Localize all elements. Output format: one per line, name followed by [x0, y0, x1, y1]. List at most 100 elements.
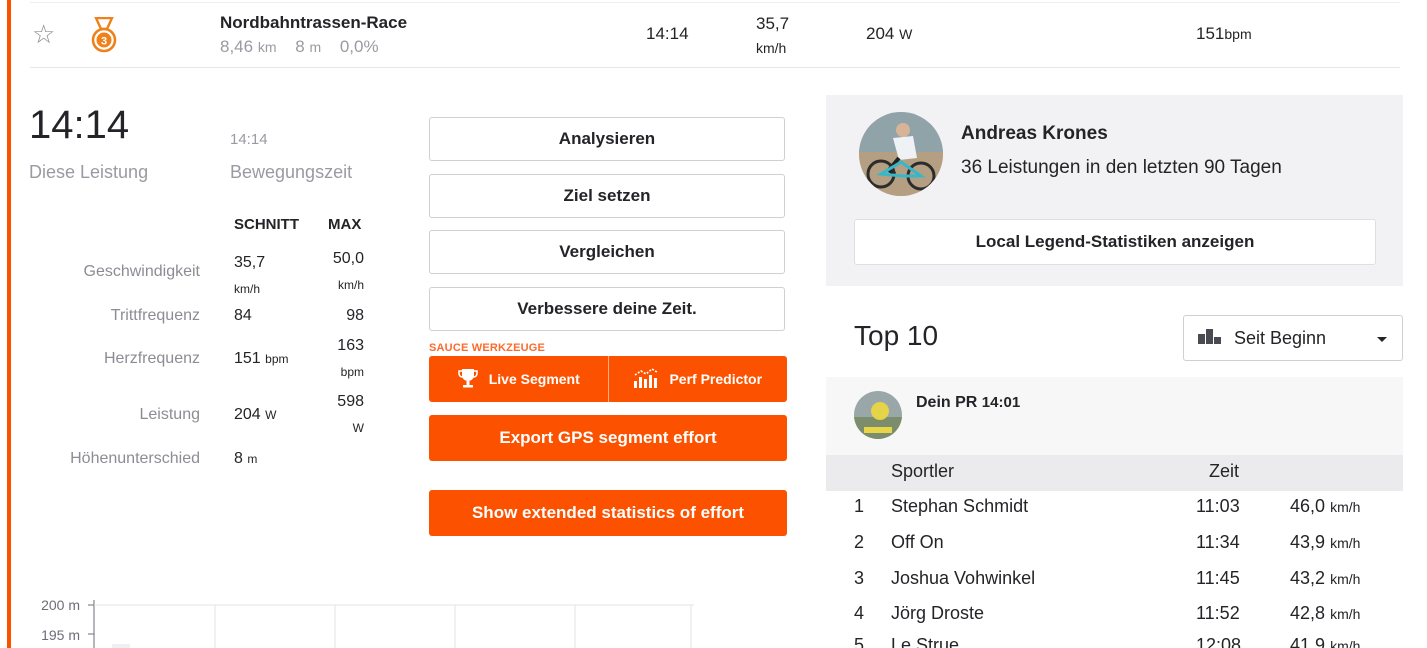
segment-hr-unit: bpm	[1224, 26, 1252, 42]
stat-avg-cadence: 84	[234, 307, 252, 324]
leaderboard-rank: 5	[854, 635, 865, 648]
stat-elev-unit: m	[247, 452, 258, 466]
perf-predictor-button[interactable]: Perf Predictor	[607, 356, 787, 402]
analyze-button[interactable]: Analysieren	[429, 117, 785, 161]
leaderboard-time[interactable]: 11:34	[1196, 532, 1240, 553]
segment-elevation-unit: m	[309, 39, 322, 55]
leaderboard-time[interactable]: 11:52	[1196, 603, 1240, 624]
leaderboard-rank: 1	[854, 496, 865, 516]
stat-max-speed-unit: km/h	[337, 278, 364, 292]
column-header-max: MAX	[328, 216, 362, 233]
leaderboard-col-time: Zeit	[1209, 461, 1240, 481]
leaderboard-col-athlete: Sportler	[891, 461, 955, 481]
compare-button[interactable]: Vergleichen	[429, 230, 785, 274]
leaderboard-time[interactable]: 12:08	[1196, 635, 1241, 648]
row-divider-bottom	[30, 67, 1400, 68]
stat-avg-elevation: 8 m	[234, 450, 257, 468]
trophy-icon	[457, 367, 479, 392]
effort-moving-label: Bewegungszeit	[230, 162, 353, 182]
caret-down-icon	[1376, 328, 1388, 349]
leaderboard-header: Sportler Zeit	[826, 455, 1403, 491]
leaderboard-athlete[interactable]: Stephan Schmidt	[891, 496, 1028, 517]
improve-time-button[interactable]: Verbessere deine Zeit.	[429, 287, 785, 331]
stat-label-cadence: Trittfrequenz	[110, 307, 200, 324]
leaderboard-athlete[interactable]: Off On	[891, 532, 944, 553]
leaderboard-time[interactable]: 11:03	[1196, 496, 1240, 517]
leaderboard-speed: 43,9 km/h	[1290, 532, 1360, 553]
elevation-tick-label: 195 m	[41, 627, 80, 643]
segment-distance-unit: km	[257, 39, 277, 55]
segment-speed-unit: km/h	[756, 40, 787, 56]
segment-distance: 8,46	[220, 37, 254, 56]
stat-label-elevation: Höhenunterschied	[70, 450, 200, 467]
leaderboard-speed-value: 43,2	[1290, 568, 1326, 588]
leaderboard-rank: 3	[854, 568, 865, 588]
leaderboard-filter-value: Seit Beginn	[1234, 327, 1327, 348]
leaderboard-rank: 4	[854, 603, 865, 623]
segment-power-unit: W	[899, 26, 913, 42]
export-gps-button[interactable]: Export GPS segment effort	[429, 415, 787, 461]
segment-grade-unit: %	[363, 37, 379, 56]
extended-stats-button[interactable]: Show extended statistics of effort	[429, 490, 787, 536]
effort-elapsed-time: 14:14	[29, 103, 130, 147]
stat-max-speed: 50,0 km/h	[284, 246, 364, 298]
leaderboard-speed-unit: km/h	[1330, 499, 1361, 515]
leaderboard-speed-unit: km/h	[1330, 638, 1361, 648]
segment-elevation: 8	[295, 37, 305, 56]
stat-elev-value: 8	[234, 450, 243, 467]
stat-max-power-unit: W	[352, 421, 364, 435]
podium-icon	[1198, 328, 1224, 349]
svg-text:3: 3	[101, 36, 107, 48]
star-icon[interactable]: ☆	[32, 20, 55, 48]
local-legend-subtitle: 36 Leistungen in den letzten 90 Tagen	[961, 157, 1282, 178]
leaderboard-row: 2 Off On 11:34 43,9 km/h	[826, 527, 1403, 563]
leaderboard-speed: 46,0 km/h	[1290, 496, 1360, 517]
stat-avg-speed: 35,7 km/h	[234, 250, 265, 302]
stat-max-power-value: 598	[337, 393, 364, 410]
row-divider-top	[30, 2, 1400, 3]
live-segment-button[interactable]: Live Segment	[429, 356, 608, 402]
leaderboard-row: 4 Jörg Droste 11:52 42,8 km/h	[826, 598, 1403, 634]
set-goal-button[interactable]: Ziel setzen	[429, 174, 785, 218]
medal-icon: 3	[90, 16, 118, 53]
leaderboard-time[interactable]: 11:45	[1196, 568, 1240, 589]
athlete-avatar[interactable]	[859, 112, 943, 196]
stat-max-speed-value: 50,0	[332, 250, 364, 267]
leaderboard-speed: 43,2 km/h	[1290, 568, 1360, 589]
live-segment-label: Live Segment	[488, 371, 580, 387]
leaderboard-speed-value: 41,9	[1290, 635, 1326, 648]
leaderboard-speed-unit: km/h	[1330, 571, 1361, 587]
stat-label-power: Leistung	[139, 406, 201, 423]
segment-heartrate: 151bpm	[1196, 24, 1252, 44]
user-avatar[interactable]	[854, 391, 902, 439]
segment-time: 14:14	[646, 24, 689, 43]
stat-label-speed: Geschwindigkeit	[83, 263, 201, 280]
stat-avg-power-unit: W	[265, 408, 277, 422]
stat-max-cadence: 98	[346, 307, 364, 324]
leaderboard-row: 3 Joshua Vohwinkel 11:45 43,2 km/h	[826, 563, 1403, 599]
effort-moving-time: 14:14	[230, 131, 268, 148]
leaderboard-speed: 41,9 km/h	[1290, 635, 1360, 648]
sauce-tools-label: SAUCE WERKZEUGE	[429, 342, 546, 354]
segment-grade: 0,0	[339, 37, 364, 56]
leaderboard-athlete[interactable]: Joshua Vohwinkel	[891, 568, 1035, 589]
local-legend-name[interactable]: Andreas Krones	[961, 123, 1108, 145]
top10-title: Top 10	[854, 320, 939, 351]
leaderboard-row: 1 Stephan Schmidt 11:03 46,0 km/h	[826, 491, 1403, 527]
leaderboard-filter-dropdown[interactable]: Seit Beginn	[1183, 315, 1403, 361]
personal-record: Dein PR 14:01	[916, 394, 1020, 412]
leaderboard-speed-value: 46,0	[1290, 496, 1326, 516]
leaderboard-speed-value: 42,8	[1290, 603, 1326, 623]
leaderboard-speed-value: 43,9	[1290, 532, 1326, 552]
leaderboard-rank: 2	[854, 532, 865, 552]
pr-time: 14:01	[981, 394, 1021, 411]
local-legend-stats-button[interactable]: Local Legend-Statistiken anzeigen	[854, 219, 1376, 265]
personal-record-row	[826, 377, 1403, 455]
segment-name-link[interactable]: Nordbahntrassen-Race	[220, 13, 407, 33]
stat-max-heartrate: 163 bpm	[284, 333, 364, 385]
stat-avg-power: 204 W	[234, 406, 276, 424]
leaderboard-athlete[interactable]: Jörg Droste	[891, 603, 984, 624]
stat-avg-speed-unit: km/h	[234, 282, 261, 296]
segment-speed-value: 35,7	[756, 14, 790, 33]
leaderboard-athlete[interactable]: Le Strue	[891, 635, 959, 648]
